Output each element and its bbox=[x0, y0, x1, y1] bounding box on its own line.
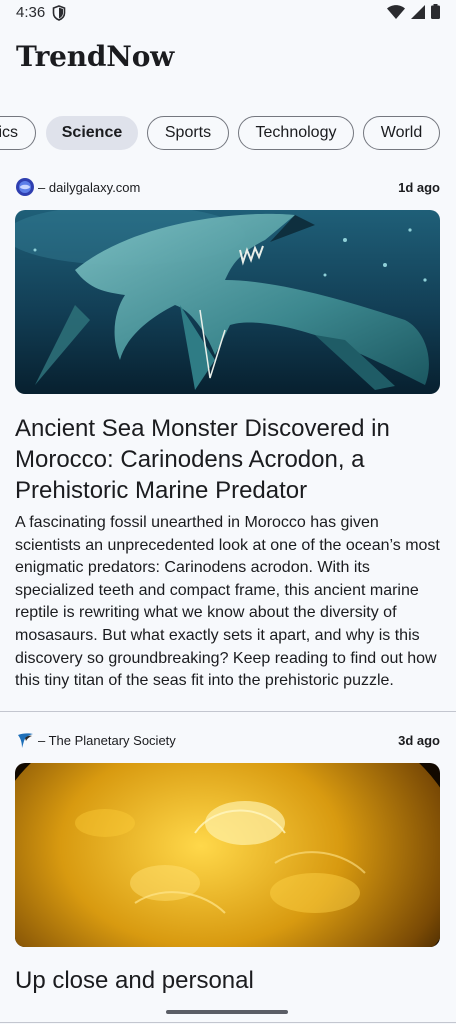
category-chips[interactable]: ics Science Sports Technology World bbox=[0, 116, 456, 152]
chip-sports[interactable]: Sports bbox=[147, 116, 229, 150]
chip-technology[interactable]: Technology bbox=[238, 116, 354, 150]
article-headline[interactable]: Up close and personal bbox=[15, 965, 435, 996]
article-summary: A fascinating fossil unearthed in Morocc… bbox=[15, 514, 440, 690]
article-time: 1d ago bbox=[398, 179, 440, 195]
status-time: 4:36 bbox=[16, 4, 46, 21]
article-1-image[interactable] bbox=[15, 210, 440, 394]
shield-icon bbox=[52, 5, 66, 21]
bottom-divider bbox=[0, 1022, 456, 1023]
battery-icon bbox=[431, 4, 440, 19]
chip-politics[interactable]: ics bbox=[0, 116, 36, 150]
planetary-society-logo-icon bbox=[18, 733, 33, 748]
article-headline[interactable]: Ancient Sea Monster Discovered in Morocc… bbox=[15, 413, 435, 506]
home-indicator[interactable] bbox=[166, 1010, 288, 1014]
article-2-image[interactable] bbox=[15, 763, 440, 947]
app-title: TrendNow bbox=[16, 40, 175, 73]
chip-science[interactable]: Science bbox=[46, 116, 138, 150]
article-2-source-row[interactable]: – The Planetary Society 3d ago bbox=[16, 730, 440, 750]
article-1-source-row[interactable]: – dailygalaxy.com 1d ago bbox=[16, 177, 440, 197]
sun-image bbox=[15, 763, 440, 947]
article-source: – dailygalaxy.com bbox=[38, 179, 141, 195]
chip-world[interactable]: World bbox=[363, 116, 440, 150]
status-bar: 4:36 bbox=[0, 0, 456, 26]
article-time: 3d ago bbox=[398, 732, 440, 748]
article-source: – The Planetary Society bbox=[38, 732, 176, 748]
dailygalaxy-logo-icon bbox=[16, 178, 34, 196]
wifi-icon bbox=[387, 4, 405, 19]
article-divider bbox=[0, 711, 456, 712]
signal-icon bbox=[411, 4, 425, 19]
sea-monster-image bbox=[15, 210, 440, 394]
